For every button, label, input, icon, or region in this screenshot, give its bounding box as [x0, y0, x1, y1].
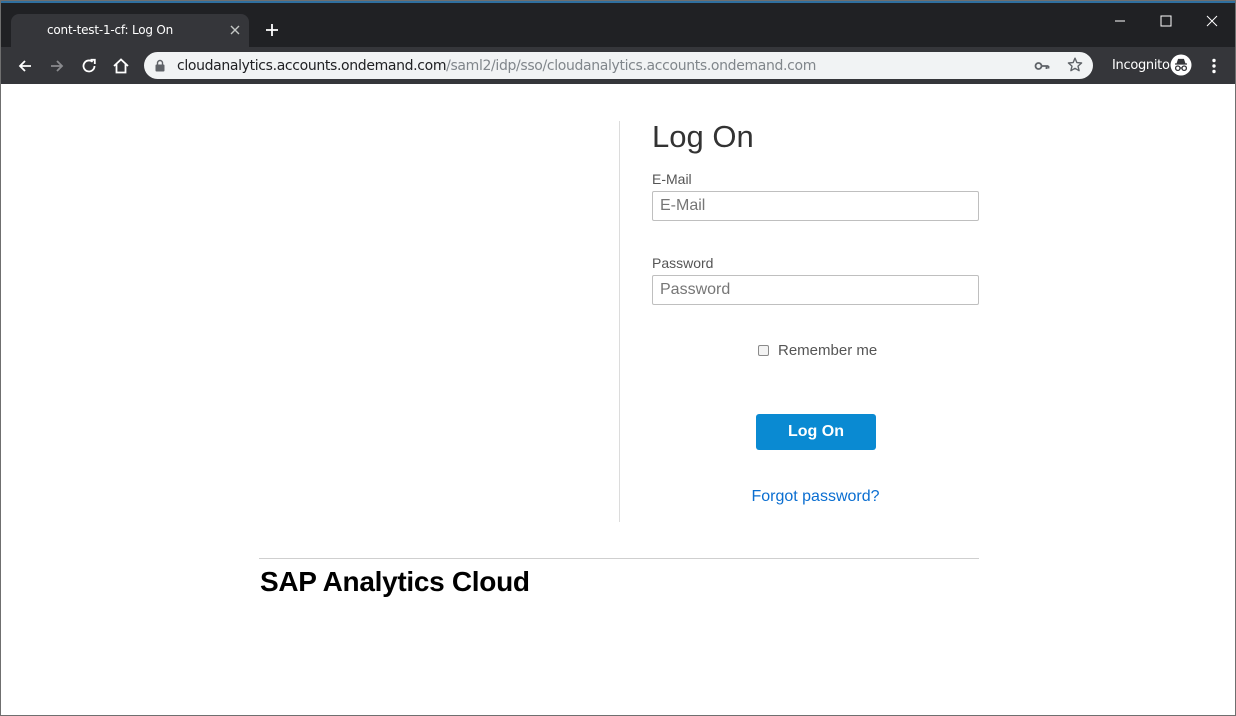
brand-name: SAP Analytics Cloud	[260, 566, 530, 597]
remember-me-option[interactable]: Remember me	[756, 340, 877, 360]
close-icon[interactable]	[227, 22, 243, 38]
log-on-button[interactable]: Log On	[756, 414, 876, 450]
lock-icon[interactable]	[154, 59, 166, 72]
url-host: cloudanalytics.accounts.ondemand.com	[177, 58, 447, 74]
page-title: Log On	[652, 119, 754, 154]
password-field[interactable]	[652, 275, 979, 305]
arrow-right-icon[interactable]	[47, 56, 67, 76]
remember-me-checkbox[interactable]	[758, 344, 769, 356]
footer-divider	[259, 558, 979, 559]
email-field[interactable]	[652, 191, 979, 221]
home-icon[interactable]	[111, 56, 131, 76]
browser-tab[interactable]: cont-test-1-cf: Log On	[11, 14, 249, 47]
star-icon[interactable]	[1066, 56, 1084, 74]
email-label: E-Mail	[652, 171, 692, 187]
tab-title: cont-test-1-cf: Log On	[47, 23, 174, 37]
maximize-icon[interactable]	[1156, 11, 1176, 31]
password-label: Password	[652, 255, 714, 271]
arrow-left-icon[interactable]	[15, 56, 35, 76]
key-icon[interactable]	[1034, 58, 1050, 74]
forgot-password-link[interactable]: Forgot password?	[652, 488, 979, 506]
remember-me-label[interactable]: Remember me	[778, 342, 877, 359]
close-icon[interactable]	[1202, 11, 1222, 31]
vertical-divider	[619, 121, 620, 522]
minimize-icon[interactable]	[1110, 11, 1130, 31]
window-accent-line	[1, 1, 1235, 3]
url-text: cloudanalytics.accounts.ondemand.com/sam…	[177, 58, 816, 74]
tab-strip: cont-test-1-cf: Log On	[1, 1, 1235, 47]
incognito-label[interactable]: Incognito	[1112, 58, 1170, 73]
address-bar[interactable]: cloudanalytics.accounts.ondemand.com/sam…	[144, 52, 1093, 79]
kebab-menu-icon[interactable]	[1204, 56, 1224, 76]
reload-icon[interactable]	[79, 56, 99, 76]
incognito-icon[interactable]	[1170, 54, 1192, 76]
browser-toolbar: cloudanalytics.accounts.ondemand.com/sam…	[1, 47, 1235, 84]
browser-window: cont-test-1-cf: Log On cloudanalytics.ac…	[0, 0, 1236, 716]
url-path: /saml2/idp/sso/cloudanalytics.accounts.o…	[446, 58, 816, 74]
plus-icon[interactable]	[262, 20, 282, 40]
